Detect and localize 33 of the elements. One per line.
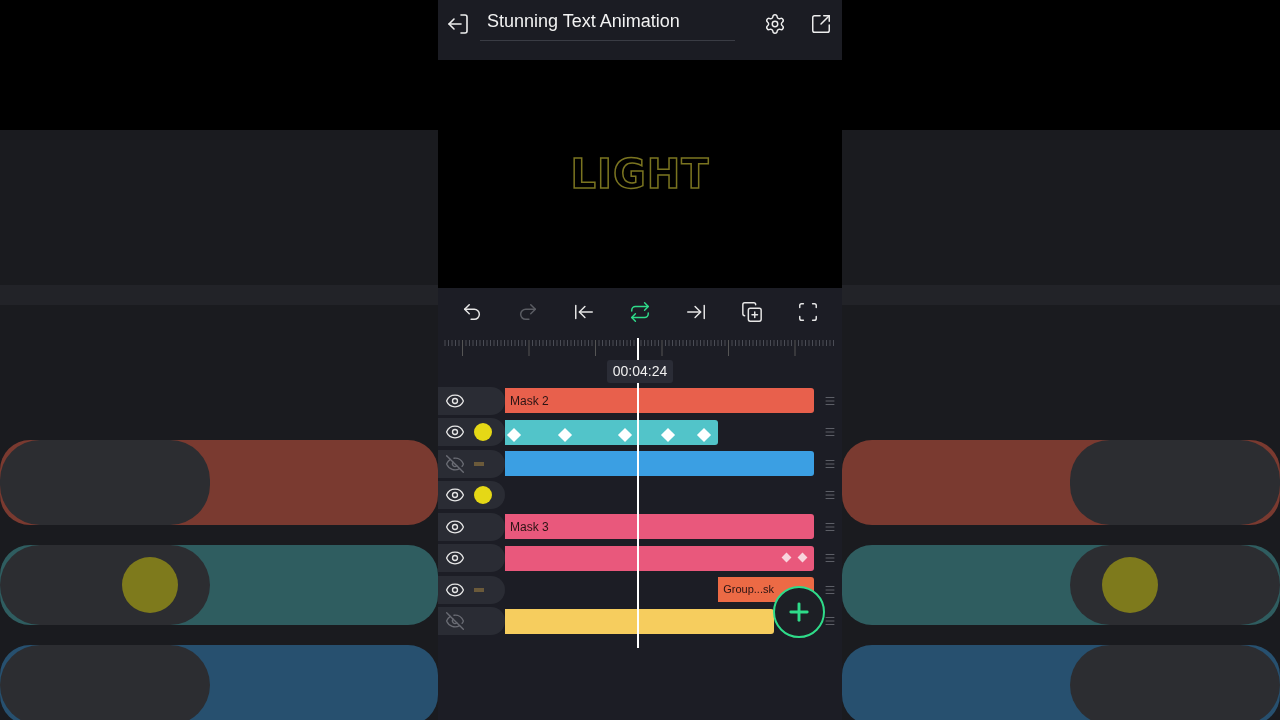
drag-handle-icon[interactable] <box>824 552 836 565</box>
thumbnail-icon <box>474 486 492 505</box>
keyframe-icon[interactable] <box>781 552 792 562</box>
share-icon[interactable] <box>810 13 832 35</box>
eye-off-icon[interactable] <box>445 453 465 474</box>
drag-handle-icon[interactable] <box>824 426 836 439</box>
back-icon[interactable] <box>446 12 470 36</box>
drag-handle-icon[interactable] <box>824 520 836 533</box>
thumbnail-icon <box>474 423 492 442</box>
timeline-clip[interactable] <box>505 608 774 634</box>
eye-off-icon[interactable] <box>445 611 465 632</box>
thumbnail-icon <box>474 461 484 466</box>
duplicate-icon <box>741 300 763 323</box>
drag-handle-icon[interactable] <box>824 615 836 628</box>
keyframe-icon[interactable] <box>797 552 807 562</box>
drag-handle-icon[interactable] <box>824 583 836 596</box>
clip-label: Mask 2 <box>509 392 549 410</box>
clip-label: Mask 3 <box>509 518 549 536</box>
drag-handle-icon[interactable] <box>824 394 836 407</box>
preview-text: LIGHT <box>570 150 710 199</box>
drag-handle-icon[interactable] <box>824 489 836 502</box>
fullscreen-icon <box>797 300 819 323</box>
clip-label: Group...sk <box>722 582 774 598</box>
title-field[interactable]: Stunning Text Animation <box>480 7 735 41</box>
timeline-clip[interactable]: Mask 2 <box>505 388 814 413</box>
timeline-clip[interactable] <box>505 545 814 571</box>
timecode-label: 00:04:24 <box>606 360 674 383</box>
settings-icon[interactable] <box>764 13 786 35</box>
timeline-clip[interactable]: Mask 3 <box>505 514 814 539</box>
timeline-clip[interactable] <box>505 451 814 476</box>
loop-icon <box>629 300 651 323</box>
drag-handle-icon[interactable] <box>824 457 836 470</box>
thumbnail-icon <box>474 587 484 592</box>
